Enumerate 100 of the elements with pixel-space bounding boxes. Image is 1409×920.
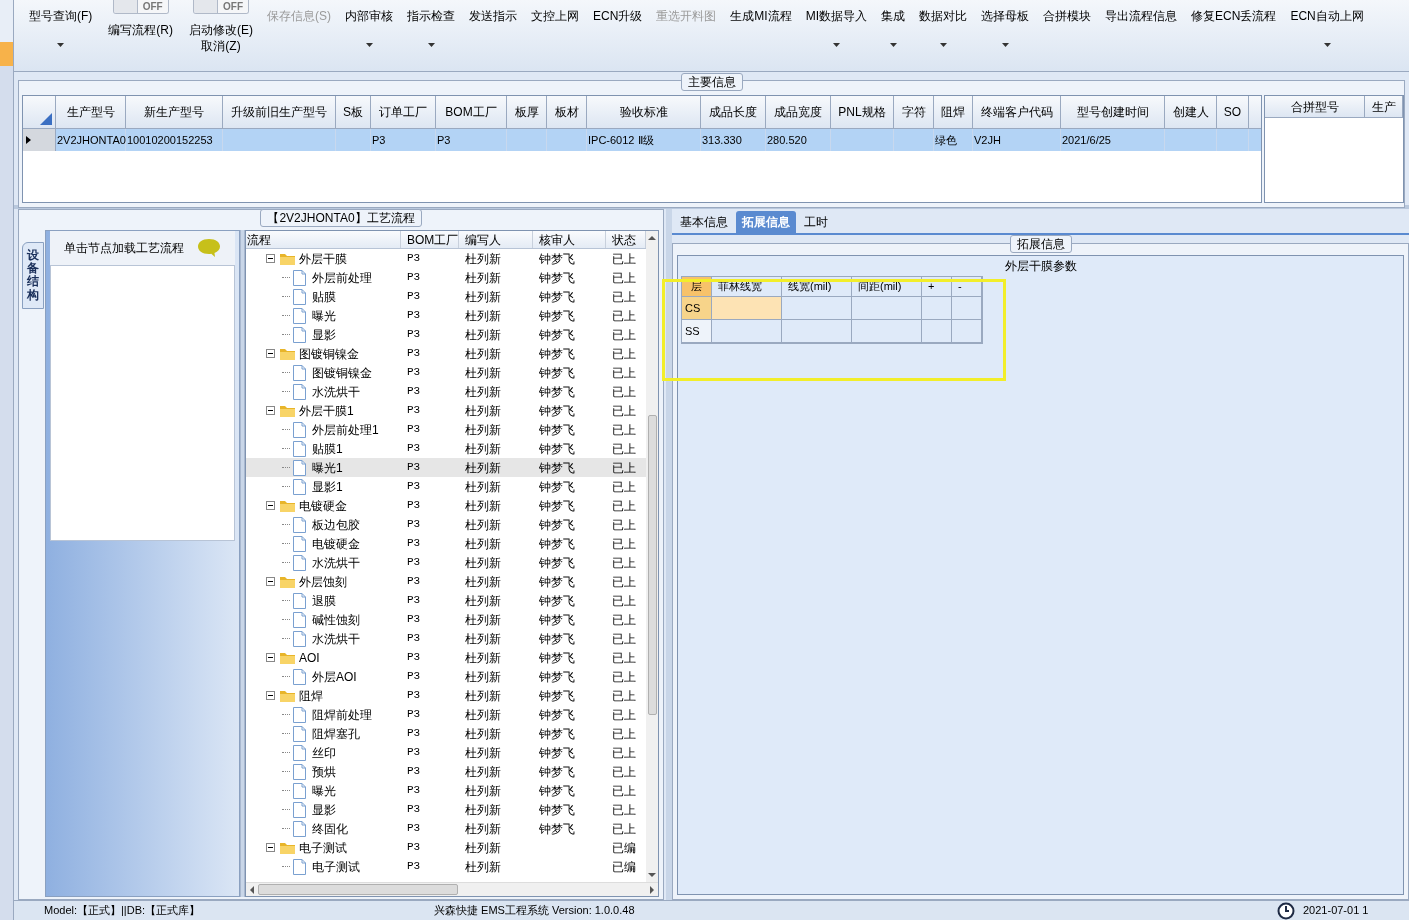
column-header[interactable]: 验收标准 [587,96,701,128]
column-header[interactable]: 编写人 [459,231,533,248]
column-header[interactable]: 型号创建时间 [1061,96,1165,128]
toggle-switch[interactable]: OFF [112,0,169,14]
column-header[interactable]: BOM工厂 [436,96,507,128]
table-cell-text: 钟梦飞 [539,763,575,781]
table-cell-text: 杜列新 [465,288,501,306]
tree-row[interactable]: 曝光1 P3 杜列新 钟梦飞 已上 [246,458,646,477]
collapse-icon[interactable] [266,254,275,263]
scroll-thumb[interactable] [647,415,657,715]
caret-icon[interactable] [1323,43,1331,47]
toggle-switch[interactable]: OFF [193,0,249,14]
tree-label: 曝光1 [312,459,343,477]
input-field[interactable] [782,320,852,343]
scroll-thumb[interactable] [258,884,458,895]
toolbar-button[interactable]: 合拼模块 [1041,8,1094,24]
input-field[interactable] [852,297,922,320]
tree-label: 外层AOI [312,668,357,686]
table-cell-text: P3 [407,783,421,799]
collapse-icon[interactable] [266,349,275,358]
column-header[interactable]: 升级前旧生产型号 [223,96,336,128]
column-header[interactable]: 成品宽度 [766,96,831,128]
toolbar-button[interactable]: MI数据导入 [803,8,870,24]
toolbar-button[interactable]: 数据对比 [917,8,970,24]
toolbar-button[interactable]: 指示检查 [405,8,457,24]
input-field[interactable] [782,297,852,320]
column-header[interactable]: 板材 [547,96,587,128]
caret-icon[interactable] [57,43,65,47]
column-header[interactable]: S板 [336,96,371,128]
table-cell-text: 钟梦飞 [539,307,575,325]
input-field[interactable] [712,320,782,343]
collapse-icon[interactable] [266,501,275,510]
column-header[interactable]: 订单工厂 [371,96,436,128]
toolbar-button[interactable]: 集成 [879,8,908,24]
input-field[interactable] [712,297,782,320]
input-field[interactable] [922,320,952,343]
toolbar-button[interactable]: 修复ECN丢流程 [1189,8,1279,24]
column-header[interactable]: 板厚 [507,96,547,128]
table-cell-text: 杜列新 [465,763,501,781]
column-header[interactable]: 合拼型号 [1265,96,1365,117]
tab[interactable]: 基本信息 [674,211,734,233]
column-header[interactable]: 新生产型号 [126,96,223,128]
collapse-icon[interactable] [266,653,275,662]
toolbar-button[interactable]: 生成MI流程 [728,8,794,24]
collapse-icon[interactable] [266,843,275,852]
caret-icon[interactable] [427,43,435,47]
toolbar-button[interactable]: 内部审核 [343,8,395,24]
document-icon [292,611,307,628]
toolbar-button[interactable]: ECN自动上网 [1288,8,1366,24]
table-row[interactable]: 2V2JHONTA010010200152253 P3 P3 IPC-6012 Ⅱ级 313.330 280.520 绿色 V2JH 2021/6/25 [23,129,1261,151]
column-header[interactable]: 生产型号 [56,96,126,128]
toolbar-button[interactable]: 编写流程(R) [106,22,175,38]
scrollbar[interactable] [246,882,658,896]
column-header[interactable]: 流程 [246,231,401,248]
toolbar-button[interactable]: 启动修改(E) 取消(Z) [187,22,255,54]
tree-label: 外层前处理1 [312,421,379,439]
toolbar-button[interactable]: 文控上网 [529,8,581,24]
input-field[interactable] [922,297,952,320]
tab[interactable]: 拓展信息 [736,211,796,233]
table-cell-text: 已上 [612,592,636,610]
column-header[interactable]: 成品长度 [701,96,766,128]
toolbar-button[interactable]: 型号查询(F) [27,8,95,24]
input-field[interactable] [952,320,982,343]
tree-label: 显影 [312,326,336,344]
table-cell-text: P3 [407,631,421,647]
column-header[interactable]: 字符 [894,96,934,128]
side-tab[interactable]: 设备结构 [22,242,44,309]
collapse-icon[interactable] [266,577,275,586]
table-cell-text: P3 [407,365,421,381]
column-header[interactable]: 终端客户代码 [973,96,1061,128]
caret-icon[interactable] [939,43,947,47]
corner-icon [40,113,52,125]
column-header[interactable]: 阻焊 [934,96,973,128]
toolbar-button[interactable]: 选择母板 [979,8,1032,24]
column-header[interactable]: 生产 [1365,96,1403,117]
row-header[interactable]: SS [682,320,712,343]
table-cell-text: 钟梦飞 [539,326,575,344]
collapse-icon[interactable] [266,691,275,700]
toolbar-button[interactable]: 导出流程信息 [1103,8,1180,24]
caret-icon[interactable] [365,43,373,47]
toolbar-button[interactable]: ECN升级 [591,8,645,24]
input-field[interactable] [852,320,922,343]
caret-icon[interactable] [889,43,897,47]
folder-icon [279,346,296,361]
collapse-icon[interactable] [266,406,275,415]
caret-icon[interactable] [832,43,840,47]
column-header[interactable]: 核审人 [533,231,606,248]
toolbar-button[interactable]: 发送指示 [467,8,519,24]
input-field[interactable] [952,297,982,320]
column-header[interactable]: BOM工厂 [401,231,459,248]
column-header[interactable]: SO [1217,96,1249,128]
column-header[interactable]: 创建人 [1165,96,1217,128]
scrollbar[interactable] [646,231,658,882]
row-header[interactable]: CS [682,297,712,320]
document-icon [292,668,307,685]
caret-icon[interactable] [1001,43,1009,47]
tab[interactable]: 工时 [798,211,834,233]
table-cell-text: 杜列新 [465,440,501,458]
table-cell-text: P3 [407,555,421,571]
column-header[interactable]: PNL规格 [831,96,894,128]
